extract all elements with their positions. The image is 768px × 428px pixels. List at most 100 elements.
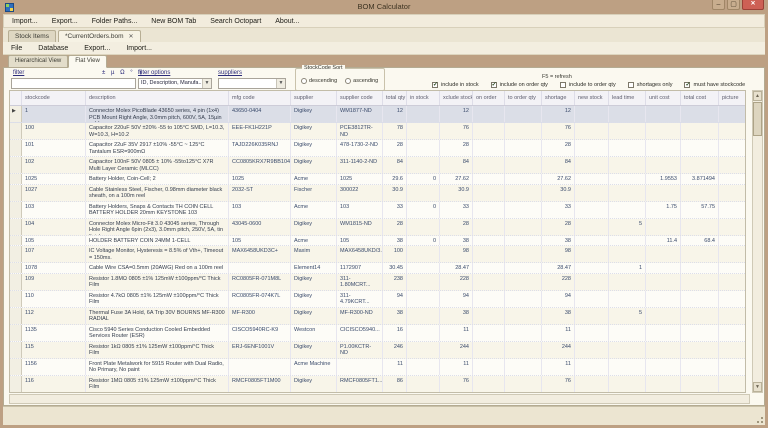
table-row[interactable]: 1025Battery Holder, Coin-Cell; 21025Acme… — [10, 174, 745, 185]
row-selector[interactable] — [10, 263, 22, 273]
tab-stock-items[interactable]: Stock Items — [8, 30, 56, 42]
bom-menu-item-database[interactable]: Database — [38, 45, 68, 52]
table-row[interactable]: 105HOLDER BATTERY COIN 24MM 1-CELL105Acm… — [10, 236, 745, 247]
resize-grip[interactable] — [754, 414, 764, 424]
table-row[interactable]: 112Thermal Fuse 3A Hold, 6A Trip 30V BOU… — [10, 308, 745, 325]
scroll-down-icon[interactable]: ▼ — [753, 382, 762, 392]
menu-item-about[interactable]: About... — [275, 18, 299, 25]
cell-stockcode: 1025 — [22, 174, 86, 184]
row-selector[interactable] — [10, 291, 22, 307]
table-row[interactable]: 102Capacitor 100nF 50V 0805 ± 10% -55to1… — [10, 157, 745, 174]
cell-xclude-stock: 76 — [440, 123, 473, 139]
filter-options-dropdown[interactable]: ID, Description, Manufa... ▼ — [138, 78, 212, 89]
cell-new-stock — [575, 185, 609, 201]
table-row[interactable]: 107IC Voltage Monitor, Hysteresis = 8.5%… — [10, 246, 745, 263]
header-cell-mfg-code[interactable]: mfg code — [229, 91, 291, 105]
tab-hierarchical-view[interactable]: Hierarchical View — [8, 55, 68, 68]
checkbox-must-have-stockcode[interactable]: ✓must have stockcode — [684, 82, 745, 88]
close-tab-icon[interactable]: ✕ — [129, 34, 134, 40]
checkbox-shortages-only[interactable]: shortages only — [628, 82, 673, 88]
header-cell-to-order-qty[interactable]: to order qty — [505, 91, 542, 105]
suppliers-dropdown[interactable]: ▼ — [218, 78, 286, 89]
menu-item-new-bom-tab[interactable]: New BOM Tab — [151, 18, 196, 25]
header-cell-supplier[interactable]: supplier — [291, 91, 337, 105]
checkbox-include-to-order-qty[interactable]: include to order qty — [560, 82, 616, 88]
menu-item-folder-paths[interactable]: Folder Paths... — [92, 18, 138, 25]
menu-item-export[interactable]: Export... — [52, 18, 78, 25]
row-selector[interactable] — [10, 246, 22, 262]
row-selector[interactable] — [10, 185, 22, 201]
table-row[interactable]: 1027Cable Stainless Steel, Fischer, 0.98… — [10, 185, 745, 202]
header-cell-unit-cost[interactable]: unit cost — [646, 91, 681, 105]
table-row[interactable]: 1135Cisco 5940 Series Conduction Cooled … — [10, 325, 745, 342]
table-row[interactable]: 116Resistor 1MΩ 0805 ±1% 125mW ±100ppm/°… — [10, 376, 745, 393]
table-row[interactable]: 101Capacitor 22uF 35V 2917 ±10% -55°C ~ … — [10, 140, 745, 157]
row-selector[interactable] — [10, 308, 22, 324]
cell-shortage: 12 — [542, 106, 575, 122]
cell-shortage: 28.47 — [542, 263, 575, 273]
header-cell-picture[interactable]: picture — [719, 91, 746, 105]
row-selector[interactable] — [10, 202, 22, 218]
maximize-button[interactable]: ▢ — [727, 0, 740, 10]
header-cell-total-qty[interactable]: total qty — [383, 91, 407, 105]
sort-radio-descending[interactable]: descending — [301, 78, 337, 84]
header-cell-new-stock[interactable]: new stock — [575, 91, 609, 105]
table-row[interactable]: 115Resistor 1kΩ 0805 ±1% 125mW ±100ppm/°… — [10, 342, 745, 359]
cell-picture — [719, 325, 745, 341]
checkbox-include-in-stock[interactable]: ✓include in stock — [432, 82, 479, 88]
table-row[interactable]: 100Capacitor 220uF 50V ±20% -55 to 105°C… — [10, 123, 745, 140]
scrollbar-thumb[interactable] — [753, 102, 762, 136]
cell-stockcode: 1027 — [22, 185, 86, 201]
filter-input[interactable] — [11, 78, 136, 89]
row-selector[interactable] — [10, 342, 22, 358]
bom-menu-item-file[interactable]: File — [11, 45, 22, 52]
header-cell-in-stock[interactable]: in stock — [407, 91, 440, 105]
row-selector[interactable] — [10, 325, 22, 341]
checkbox-include-on-order-qty[interactable]: ✓include on order qty — [491, 82, 548, 88]
bom-menu-item-import[interactable]: Import... — [126, 45, 152, 52]
cell-in-stock — [407, 274, 440, 290]
row-selector[interactable] — [10, 359, 22, 375]
row-selector[interactable] — [10, 123, 22, 139]
scroll-up-icon[interactable]: ▲ — [753, 91, 762, 101]
menu-item-search-octopart[interactable]: Search Octopart — [210, 18, 261, 25]
row-selector[interactable] — [10, 219, 22, 235]
row-selector[interactable] — [10, 157, 22, 173]
cell-total-qty: 30.45 — [383, 263, 407, 273]
table-row[interactable]: 103Battery Holders, Snaps & Contacts TH … — [10, 202, 745, 219]
row-selector[interactable]: ▶ — [10, 106, 22, 122]
row-selector[interactable] — [10, 140, 22, 156]
minimize-button[interactable]: – — [712, 0, 725, 10]
cell-lead-time — [609, 342, 646, 358]
table-row[interactable]: 109Resistor 1.8MΩ 0805 ±1% 125mW ±100ppm… — [10, 274, 745, 291]
header-cell-shortage[interactable]: shortage — [542, 91, 575, 105]
table-row[interactable]: 1156Front Plate Metalwork for 5915 Route… — [10, 359, 745, 376]
table-row[interactable]: ▶1Connector Molex PicoBlade 43650 series… — [10, 106, 745, 123]
checkbox-label: include on order qty — [500, 82, 548, 88]
table-row[interactable]: 110Resistor 4.7kΩ 0805 ±1% 125mW ±100ppm… — [10, 291, 745, 308]
header-cell-on-order[interactable]: on order — [473, 91, 505, 105]
row-selector[interactable] — [10, 376, 22, 392]
header-cell-supplier-code[interactable]: supplier code — [337, 91, 383, 105]
header-cell-description[interactable]: description — [86, 91, 229, 105]
header-cell-lead-time[interactable]: lead time — [609, 91, 646, 105]
cell-supplier: Digikey — [291, 157, 337, 173]
cell-stockcode: 1078 — [22, 263, 86, 273]
table-row[interactable]: 1078Cable Wire CSA=0.5mm (20AWG) Red on … — [10, 263, 745, 274]
close-button[interactable]: ✕ — [742, 0, 764, 10]
row-selector[interactable] — [10, 236, 22, 246]
sort-radio-ascending[interactable]: ascending — [345, 78, 378, 84]
horizontal-scrollbar[interactable] — [9, 394, 750, 404]
row-selector[interactable] — [10, 274, 22, 290]
bom-menu-item-export[interactable]: Export... — [84, 45, 110, 52]
header-cell-total-cost[interactable]: total cost — [681, 91, 719, 105]
row-selector[interactable] — [10, 174, 22, 184]
header-cell-xclude-stock[interactable]: xclude stock — [440, 91, 473, 105]
vertical-scrollbar[interactable]: ▲ ▼ — [752, 90, 763, 393]
menu-item-import[interactable]: Import... — [12, 18, 38, 25]
tab-flat-view[interactable]: Flat View — [68, 55, 107, 68]
tab-currentorders-bom[interactable]: *CurrentOrders.bom✕ — [58, 30, 141, 42]
title-bar[interactable]: BOM Calculator – ▢ ✕ — [0, 0, 768, 14]
header-cell-stockcode[interactable]: stockcode — [22, 91, 86, 105]
table-row[interactable]: 104Connector Molex Micro-Fit 3.0 43045 s… — [10, 219, 745, 236]
